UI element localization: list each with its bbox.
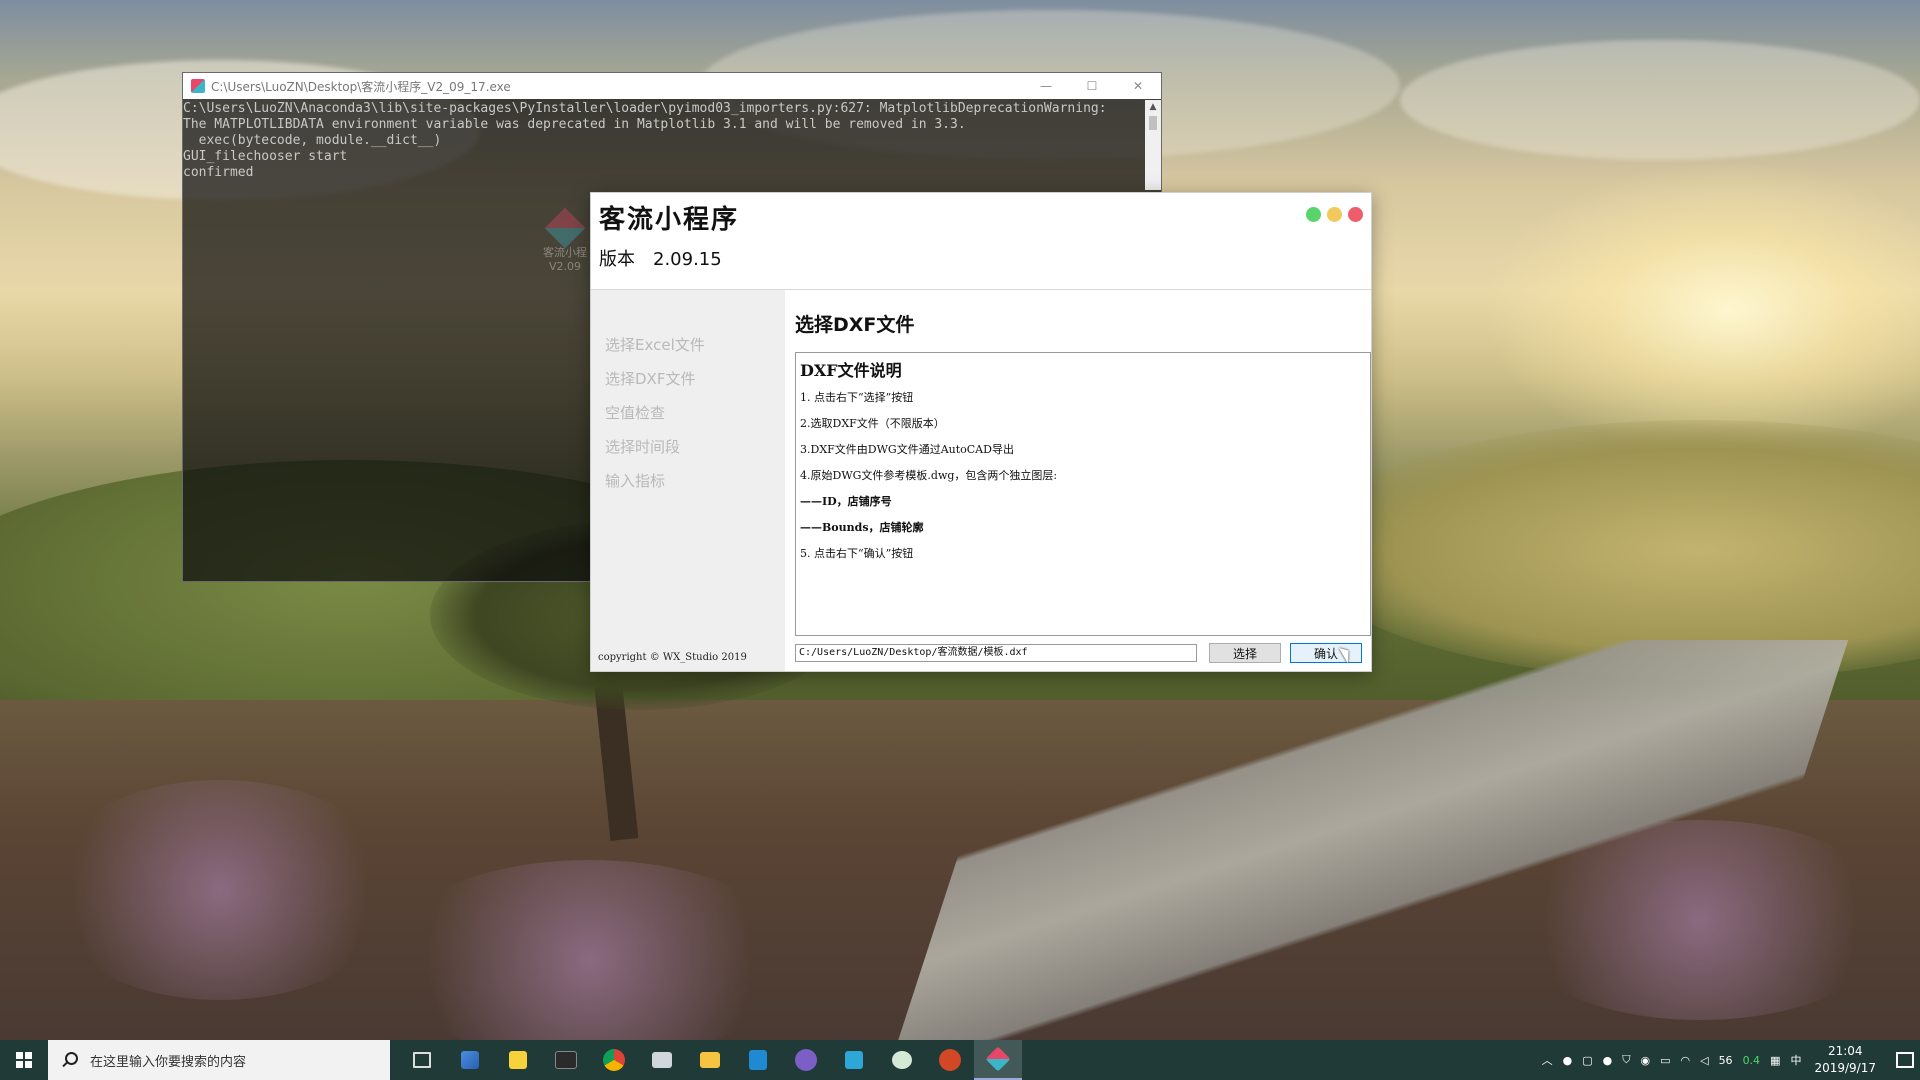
ime-icon[interactable]: 中 [1790,1052,1801,1068]
version-value: 2.09.15 [653,249,722,270]
select-button[interactable]: 选择 [1209,643,1281,663]
scroll-up-icon[interactable]: ▲ [1145,100,1161,114]
sidebar-item-select-time[interactable]: 选择时间段 [605,436,680,457]
copy-icon[interactable]: ▢ [1582,1054,1592,1067]
taskbar: 在这里输入你要搜索的内容 ︿ ● ▢ ● ⛉ ◉ ▭ ◠ ◁ 56 0.4 ▦ … [0,1040,1920,1080]
doc-heading: DXF文件说明 [800,361,902,380]
network-app-icon[interactable] [446,1040,494,1080]
remote-app-icon[interactable] [830,1040,878,1080]
minimize-button[interactable]: — [1023,73,1069,99]
clock[interactable]: 21:04 2019/9/17 [1814,1043,1876,1077]
app-header: 客流小程序 版本 2.09.15 [591,193,1371,290]
volume-icon[interactable]: ◁ [1700,1054,1708,1067]
taskbar-search[interactable]: 在这里输入你要搜索的内容 [48,1040,390,1080]
sticky-notes-icon[interactable] [494,1040,542,1080]
doc-line: 3.DXF文件由DWG文件通过AutoCAD导出 [800,443,1014,456]
main-panel: 选择DXF文件 DXF文件说明 1. 点击右下“选择”按钮 2.选取DXF文件（… [785,290,1371,671]
doc-line: 4.原始DWG文件参考模板.dwg，包含两个独立图层: [800,469,1058,482]
system-tray: ︿ ● ▢ ● ⛉ ◉ ▭ ◠ ◁ 56 0.4 ▦ 中 21:04 2019/… [1537,1040,1920,1080]
keliu-app-window[interactable]: 客流小程序 版本 2.09.15 选择Excel文件 选择DXF文件 空值检查 选… [590,192,1372,672]
copyright-text: copyright © WX_Studio 2019 [598,652,747,663]
file-path-input[interactable]: C:/Users/LuoZN/Desktop/客流数据/模板.dxf [795,644,1197,662]
maximize-button[interactable]: ☐ [1069,73,1115,99]
clock-date: 2019/9/17 [1814,1061,1876,1075]
wechat-icon[interactable] [878,1040,926,1080]
wechat-tray-icon[interactable]: ● [1563,1054,1573,1067]
wifi-icon[interactable]: ◠ [1680,1054,1690,1067]
instructions-textbox[interactable]: DXF文件说明 1. 点击右下“选择”按钮 2.选取DXF文件（不限版本） 3.… [795,352,1371,636]
tray-badge-2: 0.4 [1742,1053,1761,1067]
powerpoint-icon[interactable] [926,1040,974,1080]
security-icon[interactable]: ◉ [1640,1054,1650,1067]
desktop-app-shortcut[interactable]: 客流小程 V2.09 [540,207,590,290]
doc-line: 5. 点击右下“确认”按钮 [800,547,914,560]
console-title: C:\Users\LuoZN\Desktop\客流小程序_V2_09_17.ex… [211,79,511,94]
search-placeholder: 在这里输入你要搜索的内容 [90,1054,247,1070]
mail-icon[interactable] [638,1040,686,1080]
doc-line: 1. 点击右下“选择”按钮 [800,391,914,404]
app-icon [191,79,205,93]
app-title: 客流小程序 [599,205,740,235]
version-label: 版本 [599,249,635,270]
minimize-dot[interactable] [1327,207,1342,222]
console-scrollbar[interactable]: ▲ [1145,100,1161,190]
doc-line: ——ID，店铺序号 [800,495,892,508]
battery-icon[interactable]: ▭ [1660,1054,1670,1067]
notification-icon[interactable] [1890,1040,1920,1080]
app-version: 版本 2.09.15 [599,245,722,271]
sidebar-item-null-check[interactable]: 空值检查 [605,402,665,423]
tray-badge-1: 56 [1718,1053,1733,1067]
start-button[interactable] [0,1040,48,1080]
sidebar-item-select-excel[interactable]: 选择Excel文件 [605,334,705,355]
wechat-tray-icon[interactable]: ● [1603,1054,1613,1067]
task-view-icon[interactable] [398,1040,446,1080]
section-title: 选择DXF文件 [795,314,915,336]
scroll-thumb[interactable] [1149,116,1157,130]
sidebar-item-select-dxf[interactable]: 选择DXF文件 [605,368,695,389]
keliu-app-icon[interactable] [974,1040,1022,1080]
vscode-icon[interactable] [734,1040,782,1080]
maximize-dot[interactable] [1306,207,1321,222]
doc-line: ——Bounds，店铺轮廓 [800,521,924,534]
search-icon [60,1050,80,1070]
doc-line: 2.选取DXF文件（不限版本） [800,417,945,430]
sidebar-item-input-metrics[interactable]: 输入指标 [605,470,665,491]
keliu-app-icon [544,207,586,249]
terminal-icon[interactable] [542,1040,590,1080]
close-dot[interactable] [1348,207,1363,222]
clock-time: 21:04 [1827,1044,1863,1058]
windows-logo-icon [16,1052,32,1068]
close-button[interactable]: ✕ [1115,73,1161,99]
shield-icon[interactable]: ⛉ [1622,1053,1630,1067]
file-explorer-icon[interactable] [686,1040,734,1080]
keyboard-icon[interactable]: ▦ [1770,1054,1780,1067]
sidebar: 选择Excel文件 选择DXF文件 空值检查 选择时间段 输入指标 copyri… [591,290,785,671]
app-purple-icon[interactable] [782,1040,830,1080]
chevron-up-icon[interactable]: ︿ [1542,1052,1553,1068]
desktop-icon-label: 客流小程 V2.09 [543,246,587,273]
console-titlebar[interactable]: C:\Users\LuoZN\Desktop\客流小程序_V2_09_17.ex… [183,73,1161,99]
chrome-icon[interactable] [590,1040,638,1080]
